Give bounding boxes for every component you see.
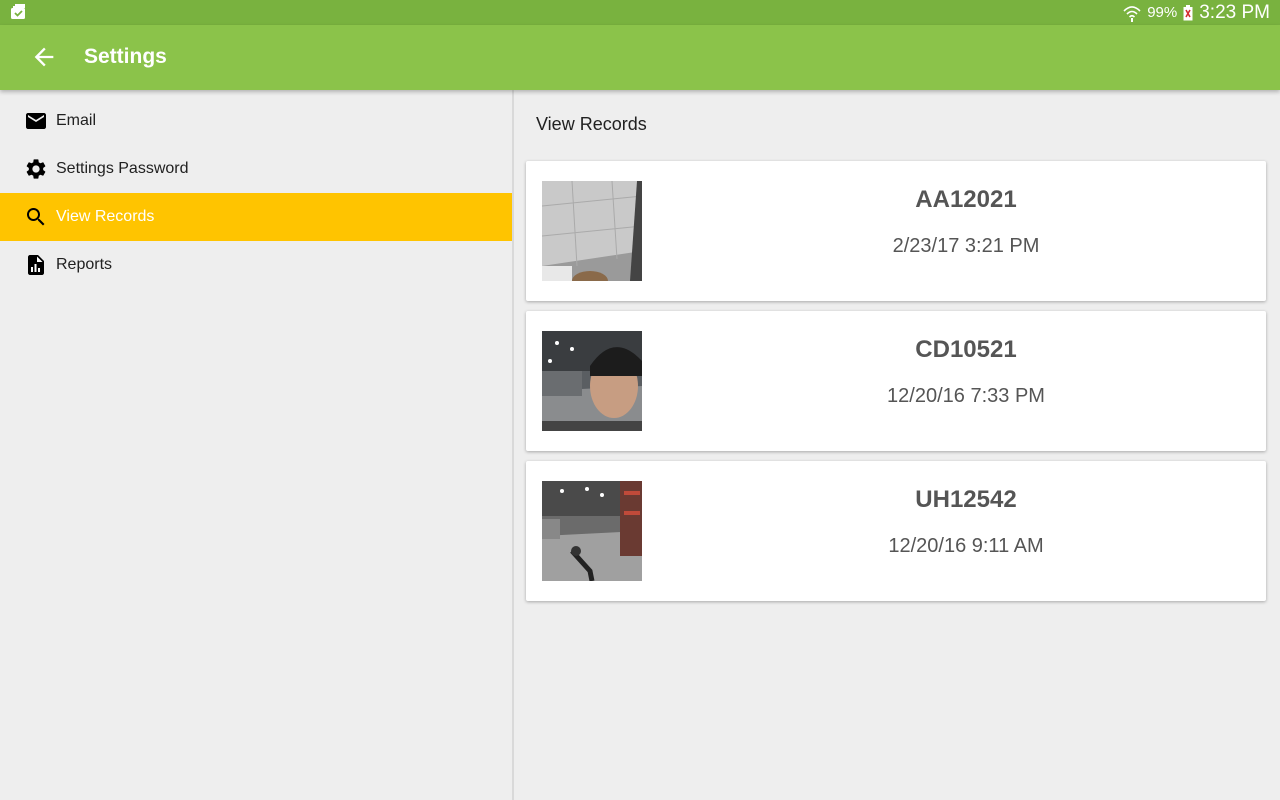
notification-app-icon (11, 4, 25, 19)
report-doc-icon (28, 255, 44, 275)
record-id: AA12021 (915, 186, 1017, 213)
gear-icon (26, 159, 46, 179)
sidebar-item-label: Email (56, 112, 97, 129)
sidebar-item-label: Settings Password (56, 160, 189, 177)
sidebar: Email Settings Password View Records Rep… (0, 90, 514, 800)
status-bar: 99% 3:23 PM (0, 0, 1280, 25)
battery-icon (1183, 4, 1193, 20)
record-thumbnail (542, 331, 642, 431)
battery-percent: 99% (1147, 4, 1178, 21)
records-panel: View Records AA12021 2/23/17 3:21 PM CD1… (514, 90, 1280, 800)
mail-icon (26, 113, 46, 129)
section-title: View Records (536, 114, 647, 134)
sidebar-item-view-records[interactable]: View Records (0, 193, 512, 241)
record-card[interactable]: AA12021 2/23/17 3:21 PM (526, 161, 1266, 301)
app-bar: Settings (0, 25, 1280, 90)
record-card[interactable]: UH12542 12/20/16 9:11 AM (526, 461, 1266, 601)
clock: 3:23 PM (1199, 1, 1270, 23)
record-id: UH12542 (915, 486, 1017, 513)
record-thumbnail (542, 481, 642, 581)
sidebar-item-label: Reports (56, 256, 113, 273)
record-date: 12/20/16 9:11 AM (888, 535, 1044, 557)
wifi-icon (1123, 5, 1141, 22)
record-id: CD10521 (915, 336, 1017, 363)
sidebar-item-settings-password[interactable]: Settings Password (0, 145, 512, 193)
search-icon (27, 208, 45, 226)
record-card[interactable]: CD10521 12/20/16 7:33 PM (526, 311, 1266, 451)
record-thumbnail (542, 181, 642, 281)
record-date: 2/23/17 3:21 PM (892, 235, 1040, 257)
record-date: 12/20/16 7:33 PM (887, 385, 1045, 407)
sidebar-item-email[interactable]: Email (0, 97, 512, 145)
page-title: Settings (84, 45, 167, 68)
sidebar-item-label: View Records (56, 208, 155, 225)
arrow-back-icon[interactable] (30, 43, 58, 71)
sidebar-item-reports[interactable]: Reports (0, 241, 512, 289)
